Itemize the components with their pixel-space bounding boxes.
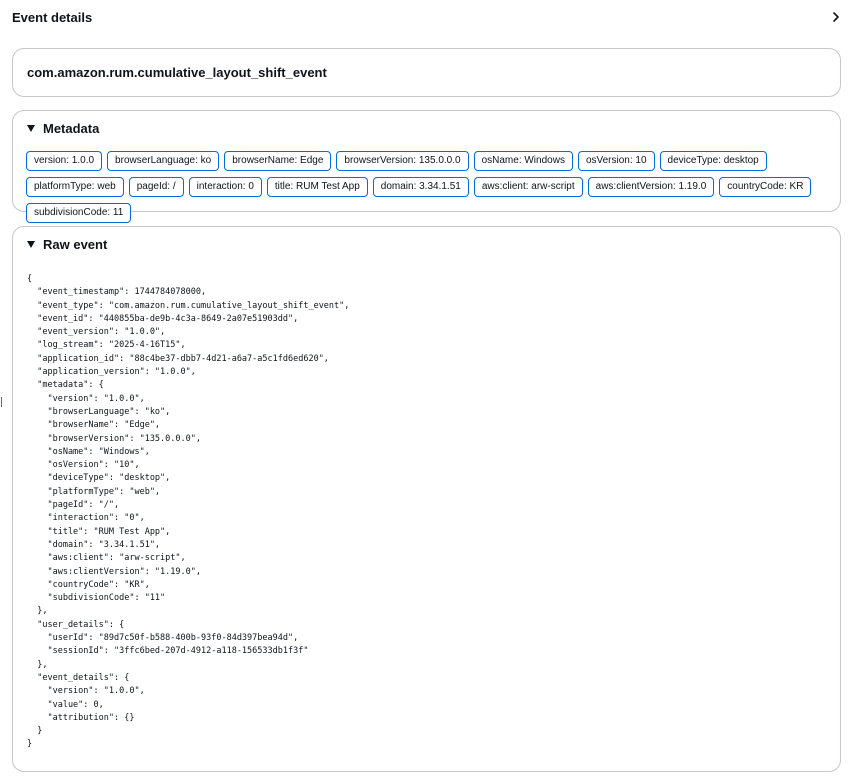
- caret-down-icon: [27, 241, 35, 248]
- event-details-panel: Event details com.amazon.rum.cumulative_…: [0, 0, 851, 776]
- event-type-card: com.amazon.rum.cumulative_layout_shift_e…: [12, 48, 841, 97]
- text-cursor-icon: [1, 397, 2, 407]
- raw-event-toggle[interactable]: Raw event: [27, 237, 107, 252]
- metadata-tag: deviceType: desktop: [659, 151, 767, 171]
- metadata-tag: browserName: Edge: [224, 151, 332, 171]
- raw-event-title: Raw event: [43, 237, 108, 252]
- metadata-section: Metadata version: 1.0.0 browserLanguage:…: [12, 110, 841, 223]
- raw-event-section: Raw event { "event_timestamp": 174478407…: [12, 226, 841, 772]
- raw-event-json[interactable]: { "event_timestamp": 1744784078000, "eve…: [27, 273, 349, 752]
- panel-title: Event details: [12, 9, 93, 25]
- metadata-tag: subdivisionCode: 11: [26, 203, 132, 223]
- metadata-toggle[interactable]: Metadata: [27, 121, 99, 136]
- metadata-tag: title: RUM Test App: [266, 177, 368, 197]
- metadata-tag: version: 1.0.0: [26, 151, 103, 171]
- metadata-tag: osVersion: 10: [577, 151, 655, 171]
- metadata-tag: pageId: /: [128, 177, 184, 197]
- event-type: com.amazon.rum.cumulative_layout_shift_e…: [27, 65, 327, 80]
- metadata-tag: countryCode: KR: [719, 177, 812, 197]
- metadata-tag: browserLanguage: ko: [107, 151, 220, 171]
- metadata-title: Metadata: [43, 121, 100, 136]
- caret-down-icon: [27, 125, 35, 132]
- metadata-tag: osName: Windows: [473, 151, 573, 171]
- metadata-tag: aws:clientVersion: 1.19.0: [587, 177, 715, 197]
- metadata-tag: browserVersion: 135.0.0.0: [336, 151, 469, 171]
- metadata-tag: platformType: web: [26, 177, 124, 197]
- metadata-tags: version: 1.0.0 browserLanguage: ko brows…: [26, 151, 826, 223]
- chevron-right-icon[interactable]: [828, 9, 844, 25]
- metadata-tag: interaction: 0: [188, 177, 262, 197]
- metadata-tag: domain: 3.34.1.51: [372, 177, 469, 197]
- panel-header: Event details: [12, 0, 844, 34]
- metadata-tag: aws:client: arw-script: [473, 177, 583, 197]
